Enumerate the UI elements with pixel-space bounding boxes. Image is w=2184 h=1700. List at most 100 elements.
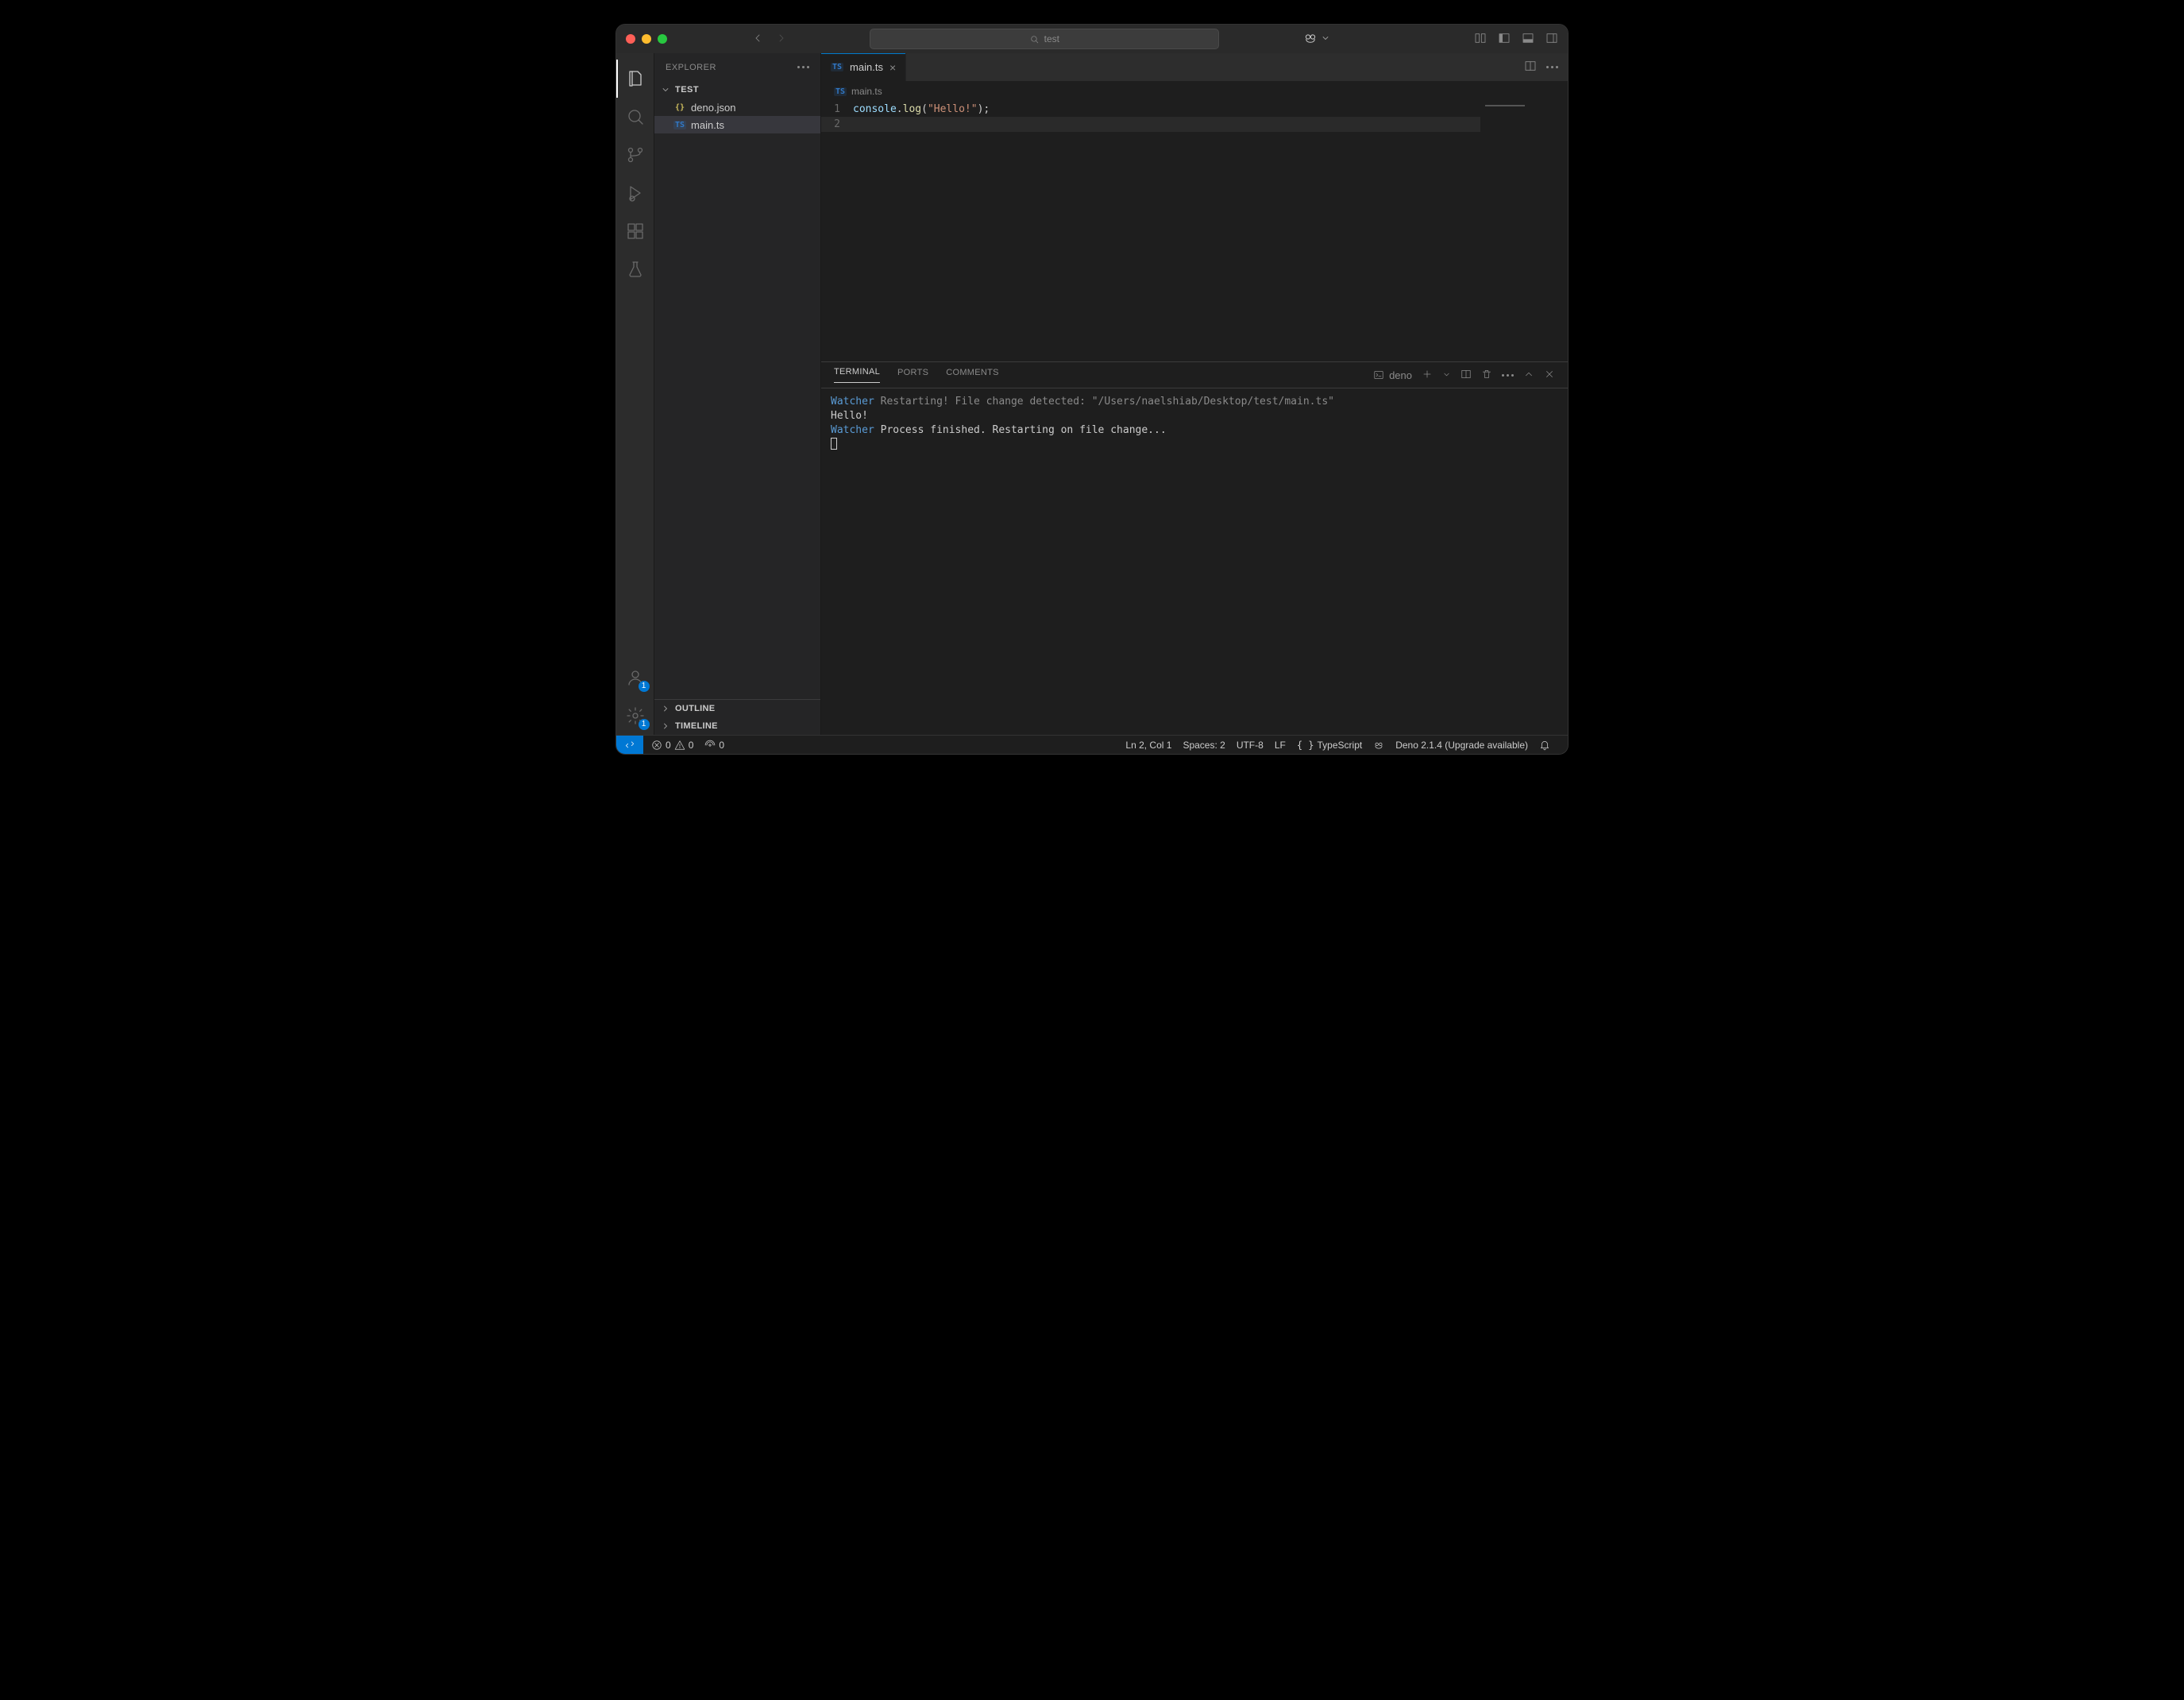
terminal-line: Watcher Restarting! File change detected… (831, 395, 1558, 409)
file-name: main.ts (691, 119, 724, 131)
maximize-panel-button[interactable] (1523, 369, 1534, 382)
timeline-section[interactable]: TIMELINE (654, 717, 820, 735)
braces-icon: { } (1297, 740, 1314, 751)
outline-label: OUTLINE (675, 704, 715, 713)
search-icon (626, 107, 645, 126)
bell-icon (1539, 740, 1550, 751)
flask-icon (626, 260, 645, 279)
terminal-line: Watcher Process finished. Restarting on … (831, 423, 1558, 438)
app-window: test (615, 24, 1569, 755)
terminal-output[interactable]: Watcher Restarting! File change detected… (821, 388, 1568, 735)
status-copilot[interactable] (1373, 740, 1384, 751)
activity-run-debug[interactable] (616, 174, 654, 212)
file-tree: TEST {} deno.json TS main.ts (654, 81, 820, 699)
terminal-line: Hello! (831, 409, 1558, 423)
panel-tab-terminal[interactable]: TERMINAL (834, 367, 880, 383)
status-encoding[interactable]: UTF-8 (1237, 740, 1264, 751)
bottom-panel: TERMINAL PORTS COMMENTS deno (821, 361, 1568, 735)
panel-more-button[interactable] (1502, 374, 1514, 377)
nav-forward-button[interactable] (775, 32, 788, 47)
status-language[interactable]: { } TypeScript (1297, 740, 1362, 751)
activity-source-control[interactable] (616, 136, 654, 174)
split-editor-icon[interactable] (1524, 60, 1537, 75)
panel-tab-comments[interactable]: COMMENTS (946, 368, 999, 383)
ts-file-icon: TS (673, 121, 686, 129)
line-number: 2 (821, 118, 853, 130)
toggle-primary-sidebar-icon[interactable] (1498, 32, 1511, 47)
status-problems[interactable]: 0 0 (651, 740, 693, 751)
kill-terminal-button[interactable] (1481, 369, 1492, 382)
ts-file-icon: TS (834, 87, 847, 96)
terminal-dropdown-button[interactable] (1442, 369, 1451, 381)
status-bar: 0 0 0 Ln 2, Col 1 Spaces: 2 UTF-8 LF { }… (616, 735, 1568, 754)
status-cursor-pos[interactable]: Ln 2, Col 1 (1125, 740, 1171, 751)
panel-tab-ports[interactable]: PORTS (897, 368, 928, 383)
status-runtime[interactable]: Deno 2.1.4 (Upgrade available) (1395, 740, 1528, 751)
outline-section[interactable]: OUTLINE (654, 700, 820, 717)
window-maximize-button[interactable] (658, 34, 667, 44)
settings-badge: 1 (639, 719, 650, 730)
broadcast-icon (704, 740, 716, 751)
window-minimize-button[interactable] (642, 34, 651, 44)
accounts-badge: 1 (639, 681, 650, 692)
folder-root[interactable]: TEST (654, 81, 820, 99)
title-bar: test (616, 25, 1568, 53)
chevron-down-icon[interactable] (1321, 33, 1330, 45)
explorer-more-button[interactable] (797, 66, 809, 68)
tab-filename: main.ts (850, 61, 883, 73)
status-indent[interactable]: Spaces: 2 (1183, 740, 1225, 751)
warning-icon (674, 740, 685, 751)
line-number: 1 (821, 103, 853, 115)
copilot-icon (1373, 740, 1384, 751)
terminal-cursor (831, 438, 837, 450)
window-controls (626, 34, 667, 44)
new-terminal-button[interactable] (1422, 369, 1433, 382)
breadcrumb[interactable]: TS main.ts (821, 81, 1568, 102)
toggle-panel-icon[interactable] (1522, 32, 1534, 47)
activity-explorer[interactable] (616, 60, 654, 98)
nav-back-button[interactable] (751, 32, 764, 47)
window-close-button[interactable] (626, 34, 635, 44)
code-line: console.log("Hello!"); (853, 103, 990, 115)
editor-tab-main-ts[interactable]: TS main.ts × (821, 53, 906, 81)
layout-customize-icon[interactable] (1474, 32, 1487, 47)
activity-accounts[interactable]: 1 (616, 659, 654, 697)
minimap[interactable] (1480, 102, 1568, 361)
status-eol[interactable]: LF (1275, 740, 1286, 751)
command-search-box[interactable]: test (870, 29, 1219, 49)
search-icon (1029, 34, 1040, 44)
copilot-icon[interactable] (1303, 31, 1318, 48)
extensions-icon (626, 222, 645, 241)
search-text: test (1044, 33, 1059, 44)
activity-extensions[interactable] (616, 212, 654, 250)
chevron-right-icon (661, 721, 670, 731)
explorer-title: EXPLORER (666, 63, 716, 72)
remote-button[interactable] (616, 736, 643, 754)
debug-icon (626, 184, 645, 203)
terminal-shell-label[interactable]: deno (1373, 369, 1412, 381)
file-item-main-ts[interactable]: TS main.ts (654, 116, 820, 133)
terminal-icon (1373, 369, 1384, 381)
activity-bar: 1 1 (616, 53, 654, 735)
activity-search[interactable] (616, 98, 654, 136)
chevron-down-icon (661, 85, 670, 95)
toggle-secondary-sidebar-icon[interactable] (1545, 32, 1558, 47)
error-icon (651, 740, 662, 751)
tab-close-button[interactable]: × (889, 62, 896, 73)
code-editor[interactable]: 1 console.log("Hello!"); 2 (821, 102, 1568, 361)
breadcrumb-filename: main.ts (851, 86, 882, 97)
split-terminal-button[interactable] (1461, 369, 1472, 382)
explorer-sidebar: EXPLORER TEST {} deno.json TS main.ts (654, 53, 821, 735)
status-ports[interactable]: 0 (704, 740, 724, 751)
timeline-label: TIMELINE (675, 721, 718, 731)
folder-name: TEST (675, 85, 699, 95)
close-panel-button[interactable] (1544, 369, 1555, 382)
files-icon (626, 69, 645, 88)
file-item-deno-json[interactable]: {} deno.json (654, 99, 820, 116)
status-notifications[interactable] (1539, 740, 1550, 751)
editor-group: TS main.ts × TS main.ts 1 (821, 53, 1568, 735)
activity-settings[interactable]: 1 (616, 697, 654, 735)
activity-testing[interactable] (616, 250, 654, 288)
editor-tab-bar: TS main.ts × (821, 53, 1568, 81)
editor-more-button[interactable] (1546, 66, 1558, 68)
